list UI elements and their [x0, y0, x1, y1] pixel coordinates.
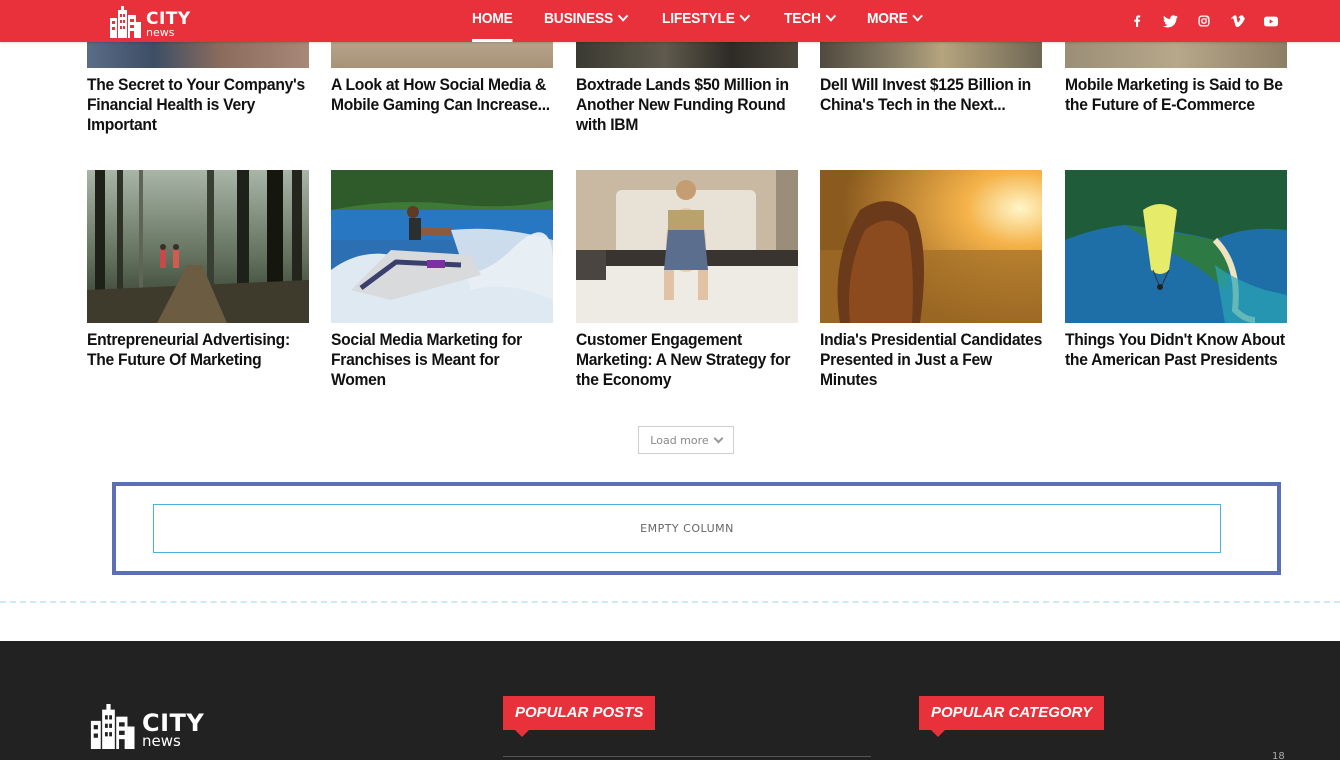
nav-item-business[interactable]: BUSINESS	[544, 0, 629, 42]
youtube-icon[interactable]	[1260, 10, 1282, 32]
article-title[interactable]: Mobile Marketing is Said to Be the Futur…	[1065, 75, 1288, 115]
article-thumbnail-bedroom[interactable]	[576, 170, 798, 323]
category-count: 18	[1272, 751, 1285, 762]
chevron-down-icon	[739, 10, 751, 22]
load-more-label: Load more	[650, 433, 709, 447]
section-divider	[0, 601, 1340, 603]
instagram-icon[interactable]	[1193, 10, 1215, 32]
article-title[interactable]: Dell Will Invest $125 Billion in China's…	[820, 75, 1043, 115]
article-thumbnail-sunset[interactable]	[820, 170, 1042, 323]
top-navigation-bar: CITY news HOME BUSINESS LIFESTYLE TECH M…	[0, 0, 1340, 42]
nav-item-home[interactable]: HOME	[472, 0, 513, 42]
main-menu: HOME BUSINESS LIFESTYLE TECH MORE	[472, 0, 955, 42]
site-logo[interactable]: CITY news	[108, 2, 191, 38]
article-thumbnail-paraglider[interactable]	[1065, 170, 1287, 323]
city-buildings-icon	[90, 704, 135, 749]
empty-column-placeholder[interactable]: EMPTY COLUMN	[153, 504, 1221, 553]
footer-logo[interactable]: CITY news	[88, 704, 204, 749]
article-title[interactable]: A Look at How Social Media & Mobile Gami…	[331, 75, 554, 115]
chevron-down-icon	[618, 10, 629, 22]
chevron-down-icon	[912, 10, 924, 22]
nav-item-lifestyle[interactable]: LIFESTYLE	[662, 0, 751, 42]
nav-item-more[interactable]: MORE	[867, 0, 924, 42]
vimeo-icon[interactable]	[1227, 10, 1249, 32]
nav-item-label: LIFESTYLE	[662, 10, 736, 27]
popular-posts-heading: POPULAR POSTS	[503, 696, 656, 737]
city-buildings-icon	[110, 6, 141, 38]
popular-category-heading: POPULAR CATEGORY	[919, 696, 1105, 737]
nav-item-label: BUSINESS	[544, 10, 614, 27]
popular-posts-divider	[503, 756, 871, 757]
article-thumbnail-jetski[interactable]	[331, 170, 553, 323]
chevron-down-icon	[713, 433, 724, 443]
article-title[interactable]: Social Media Marketing for Franchises is…	[331, 330, 554, 390]
nav-item-label: MORE	[867, 10, 909, 27]
load-more-button[interactable]: Load more	[638, 426, 734, 454]
article-title[interactable]: Things You Didn't Know About the America…	[1065, 330, 1288, 370]
article-title[interactable]: Customer Engagement Marketing: A New Str…	[576, 330, 799, 390]
article-title[interactable]: The Secret to Your Company's Financial H…	[87, 75, 310, 135]
nav-item-label: HOME	[472, 10, 513, 27]
chevron-down-icon	[826, 10, 837, 22]
facebook-icon[interactable]	[1126, 10, 1148, 32]
article-title[interactable]: Entrepreneurial Advertising: The Future …	[87, 330, 310, 370]
article-title[interactable]: Boxtrade Lands $50 Million in Another Ne…	[576, 75, 799, 135]
empty-column-label: EMPTY COLUMN	[640, 522, 734, 535]
article-title[interactable]: India's Presidential Candidates Presente…	[820, 330, 1043, 390]
twitter-icon[interactable]	[1160, 10, 1182, 32]
article-thumbnail-forest[interactable]	[87, 170, 309, 323]
nav-item-tech[interactable]: TECH	[784, 0, 837, 42]
social-links	[1126, 10, 1294, 32]
nav-item-label: TECH	[784, 10, 822, 27]
